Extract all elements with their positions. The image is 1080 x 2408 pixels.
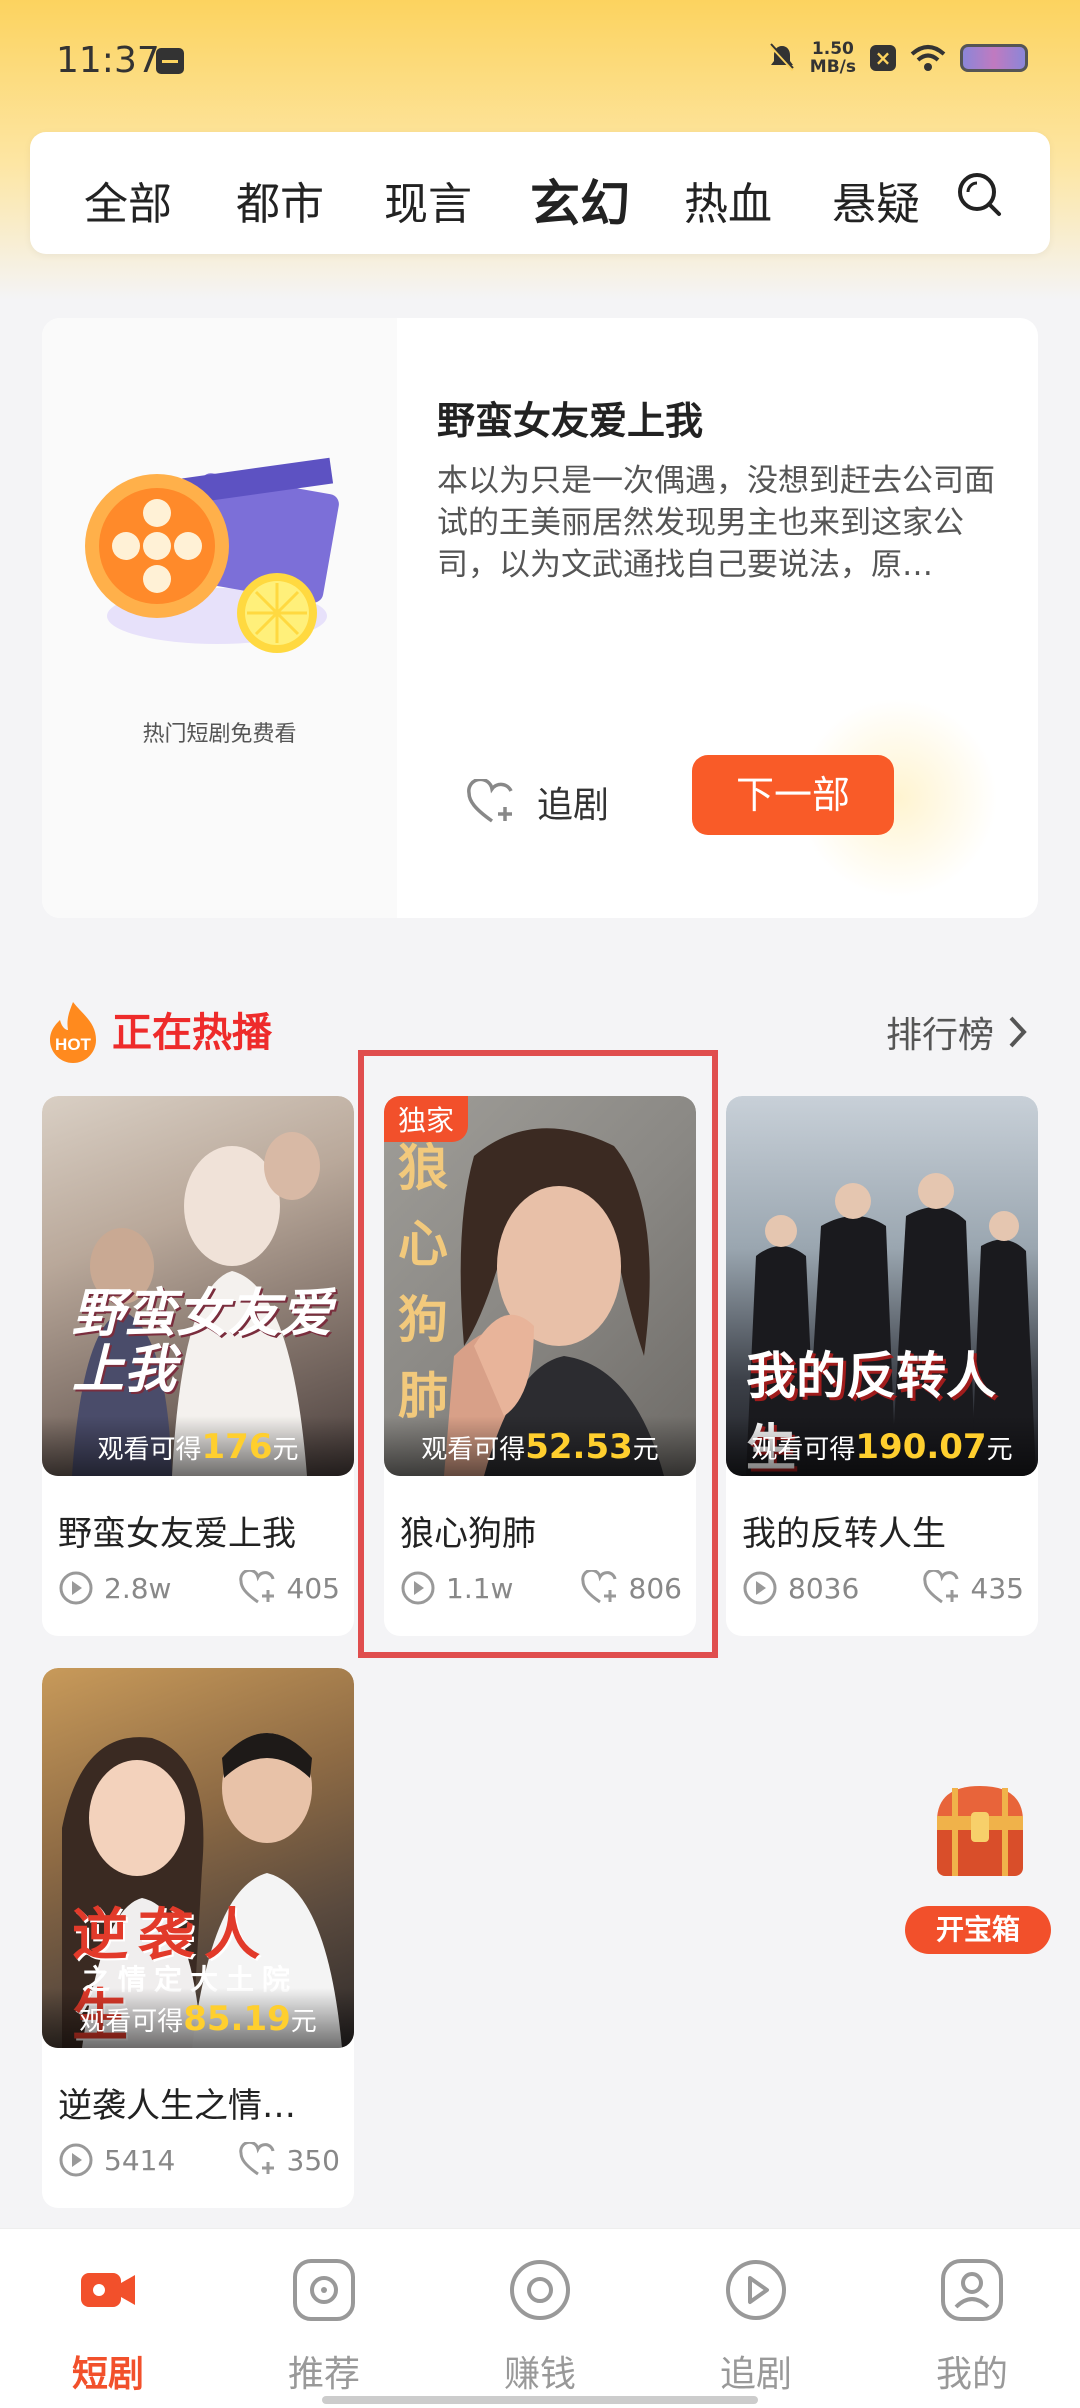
speed-value: 1.50	[811, 39, 854, 59]
coin-icon	[510, 2260, 570, 2320]
drama-stats: 2.8w 405	[58, 1570, 340, 1606]
earn-unit: 元	[986, 1435, 1013, 1465]
battery-icon	[960, 44, 1028, 72]
heart-plus-icon	[238, 1570, 275, 1604]
mute-bell-icon	[769, 43, 794, 72]
film-reel-illustration	[85, 457, 339, 653]
treasure-chest-icon	[937, 1786, 1023, 1876]
follow-button[interactable]: 追剧	[467, 776, 609, 828]
network-speed: 1.50 MB/s	[810, 40, 856, 76]
heart-plus-icon	[922, 1570, 959, 1604]
next-episode-button[interactable]: 下一部	[692, 755, 894, 835]
nav-earn[interactable]: 赚钱	[480, 2257, 600, 2397]
speed-unit: MB/s	[809, 57, 856, 77]
hot-flame-icon: HOT	[50, 1002, 96, 1063]
chevron-right-icon	[1009, 1016, 1027, 1048]
heart-plus-icon	[467, 779, 513, 823]
drama-title: 我的反转人生	[742, 1514, 946, 1554]
drama-thumbnail[interactable]: 逆袭人生 之情定大土院 观看可得85.19元	[42, 1668, 354, 2048]
earn-reward-label: 观看可得190.07元	[726, 1416, 1038, 1476]
drama-title: 野蛮女友爱上我	[58, 1514, 296, 1554]
heart-plus-icon	[238, 2142, 275, 2176]
earn-prefix: 观看可得	[97, 1435, 202, 1465]
ranking-label: 排行榜	[885, 1015, 994, 1056]
bottom-navigation: 短剧 推荐 赚钱 追剧 我的	[0, 2228, 1080, 2408]
poster-title-text: 野蛮女友爱上我	[72, 1284, 333, 1400]
play-icon	[726, 2260, 786, 2320]
poster-caption: 热门短剧免费看	[142, 722, 297, 747]
message-icon	[156, 48, 184, 74]
earn-amount: 190.07	[855, 1427, 987, 1467]
nav-following[interactable]: 追剧	[696, 2257, 816, 2397]
earn-unit: 元	[272, 1435, 299, 1465]
treasure-label: 开宝箱	[905, 1906, 1051, 1954]
treasure-chest-button[interactable]: 开宝箱	[905, 1776, 1055, 1966]
nav-label: 追剧	[719, 2354, 792, 2395]
status-bar: 11:37 1.50 MB/s ×	[0, 0, 1080, 120]
nav-label: 短剧	[71, 2354, 144, 2395]
featured-description: 本以为只是一次偶遇，没想到赶去公司面试的王美丽居然发现男主也来到这家公司，以为文…	[437, 463, 995, 583]
play-count: 5414	[104, 2143, 176, 2177]
target-icon	[293, 2259, 355, 2321]
nav-label: 我的	[935, 2354, 1008, 2395]
tab-all[interactable]: 全部	[84, 168, 172, 232]
play-count: 2.8w	[104, 1571, 172, 1605]
tab-action[interactable]: 热血	[684, 168, 772, 232]
drama-thumbnail[interactable]: 野蛮女友爱上我 观看可得176元	[42, 1096, 354, 1476]
tab-city[interactable]: 都市	[236, 168, 324, 232]
section-title: 正在热播	[112, 1010, 272, 1056]
drama-stats: 5414 350	[58, 2142, 340, 2178]
status-icons: 1.50 MB/s ×	[768, 40, 1028, 76]
home-indicator	[322, 2396, 758, 2404]
play-count-icon	[59, 1571, 93, 1605]
earn-prefix: 观看可得	[79, 2007, 184, 2037]
camera-icon	[81, 2273, 135, 2307]
ranking-link[interactable]: 排行榜	[886, 1006, 1028, 1058]
nav-label: 推荐	[287, 2354, 360, 2395]
nav-profile[interactable]: 我的	[912, 2257, 1032, 2397]
nav-label: 赚钱	[503, 2354, 576, 2395]
like-count: 435	[970, 1571, 1024, 1605]
tab-romance[interactable]: 现言	[384, 168, 472, 232]
drama-thumbnail[interactable]: 我的反转人生 观看可得190.07元	[726, 1096, 1038, 1476]
like-count: 350	[286, 2143, 340, 2177]
drama-title: 逆袭人生之情…	[58, 2086, 296, 2126]
play-count-icon	[743, 1571, 777, 1605]
play-count: 8036	[788, 1571, 860, 1605]
featured-drama-card[interactable]: 热门短剧免费看 野蛮女友爱上我 本以为只是一次偶遇，没想到赶去公司面试的王美丽居…	[42, 318, 1038, 918]
category-nav: 全部 都市 现言 玄幻 热血 悬疑	[30, 132, 1050, 254]
tab-suspense[interactable]: 悬疑	[832, 168, 920, 232]
user-icon	[941, 2259, 1003, 2321]
earn-reward-label: 观看可得85.19元	[42, 1988, 354, 2048]
drama-stats: 8036 435	[742, 1570, 1024, 1606]
play-count-icon	[59, 2143, 93, 2177]
selection-highlight	[358, 1050, 718, 1658]
tab-fantasy[interactable]: 玄幻	[530, 164, 630, 236]
earn-amount: 85.19	[183, 1999, 291, 2039]
earn-prefix: 观看可得	[751, 1435, 856, 1465]
earn-amount: 176	[201, 1427, 273, 1467]
app-notification-icon: ×	[870, 45, 896, 71]
follow-label: 追剧	[537, 785, 610, 826]
wifi-icon	[910, 45, 946, 71]
drama-card[interactable]: 野蛮女友爱上我 观看可得176元 野蛮女友爱上我 2.8w 405	[42, 1096, 354, 1636]
earn-unit: 元	[290, 2007, 317, 2037]
drama-card[interactable]: 逆袭人生 之情定大土院 观看可得85.19元 逆袭人生之情… 5414 350	[42, 1668, 354, 2208]
featured-poster[interactable]: 热门短剧免费看	[42, 318, 397, 918]
nav-short-drama[interactable]: 短剧	[48, 2257, 168, 2397]
drama-card[interactable]: 我的反转人生 观看可得190.07元 我的反转人生 8036 435	[726, 1096, 1038, 1636]
search-icon[interactable]	[955, 170, 1005, 220]
status-time: 11:37	[56, 40, 160, 81]
hot-badge-text: HOT	[55, 1035, 92, 1054]
like-count: 405	[286, 1571, 340, 1605]
earn-reward-label: 观看可得176元	[42, 1416, 354, 1476]
nav-recommend[interactable]: 推荐	[264, 2257, 384, 2397]
featured-title: 野蛮女友爱上我	[437, 399, 704, 443]
